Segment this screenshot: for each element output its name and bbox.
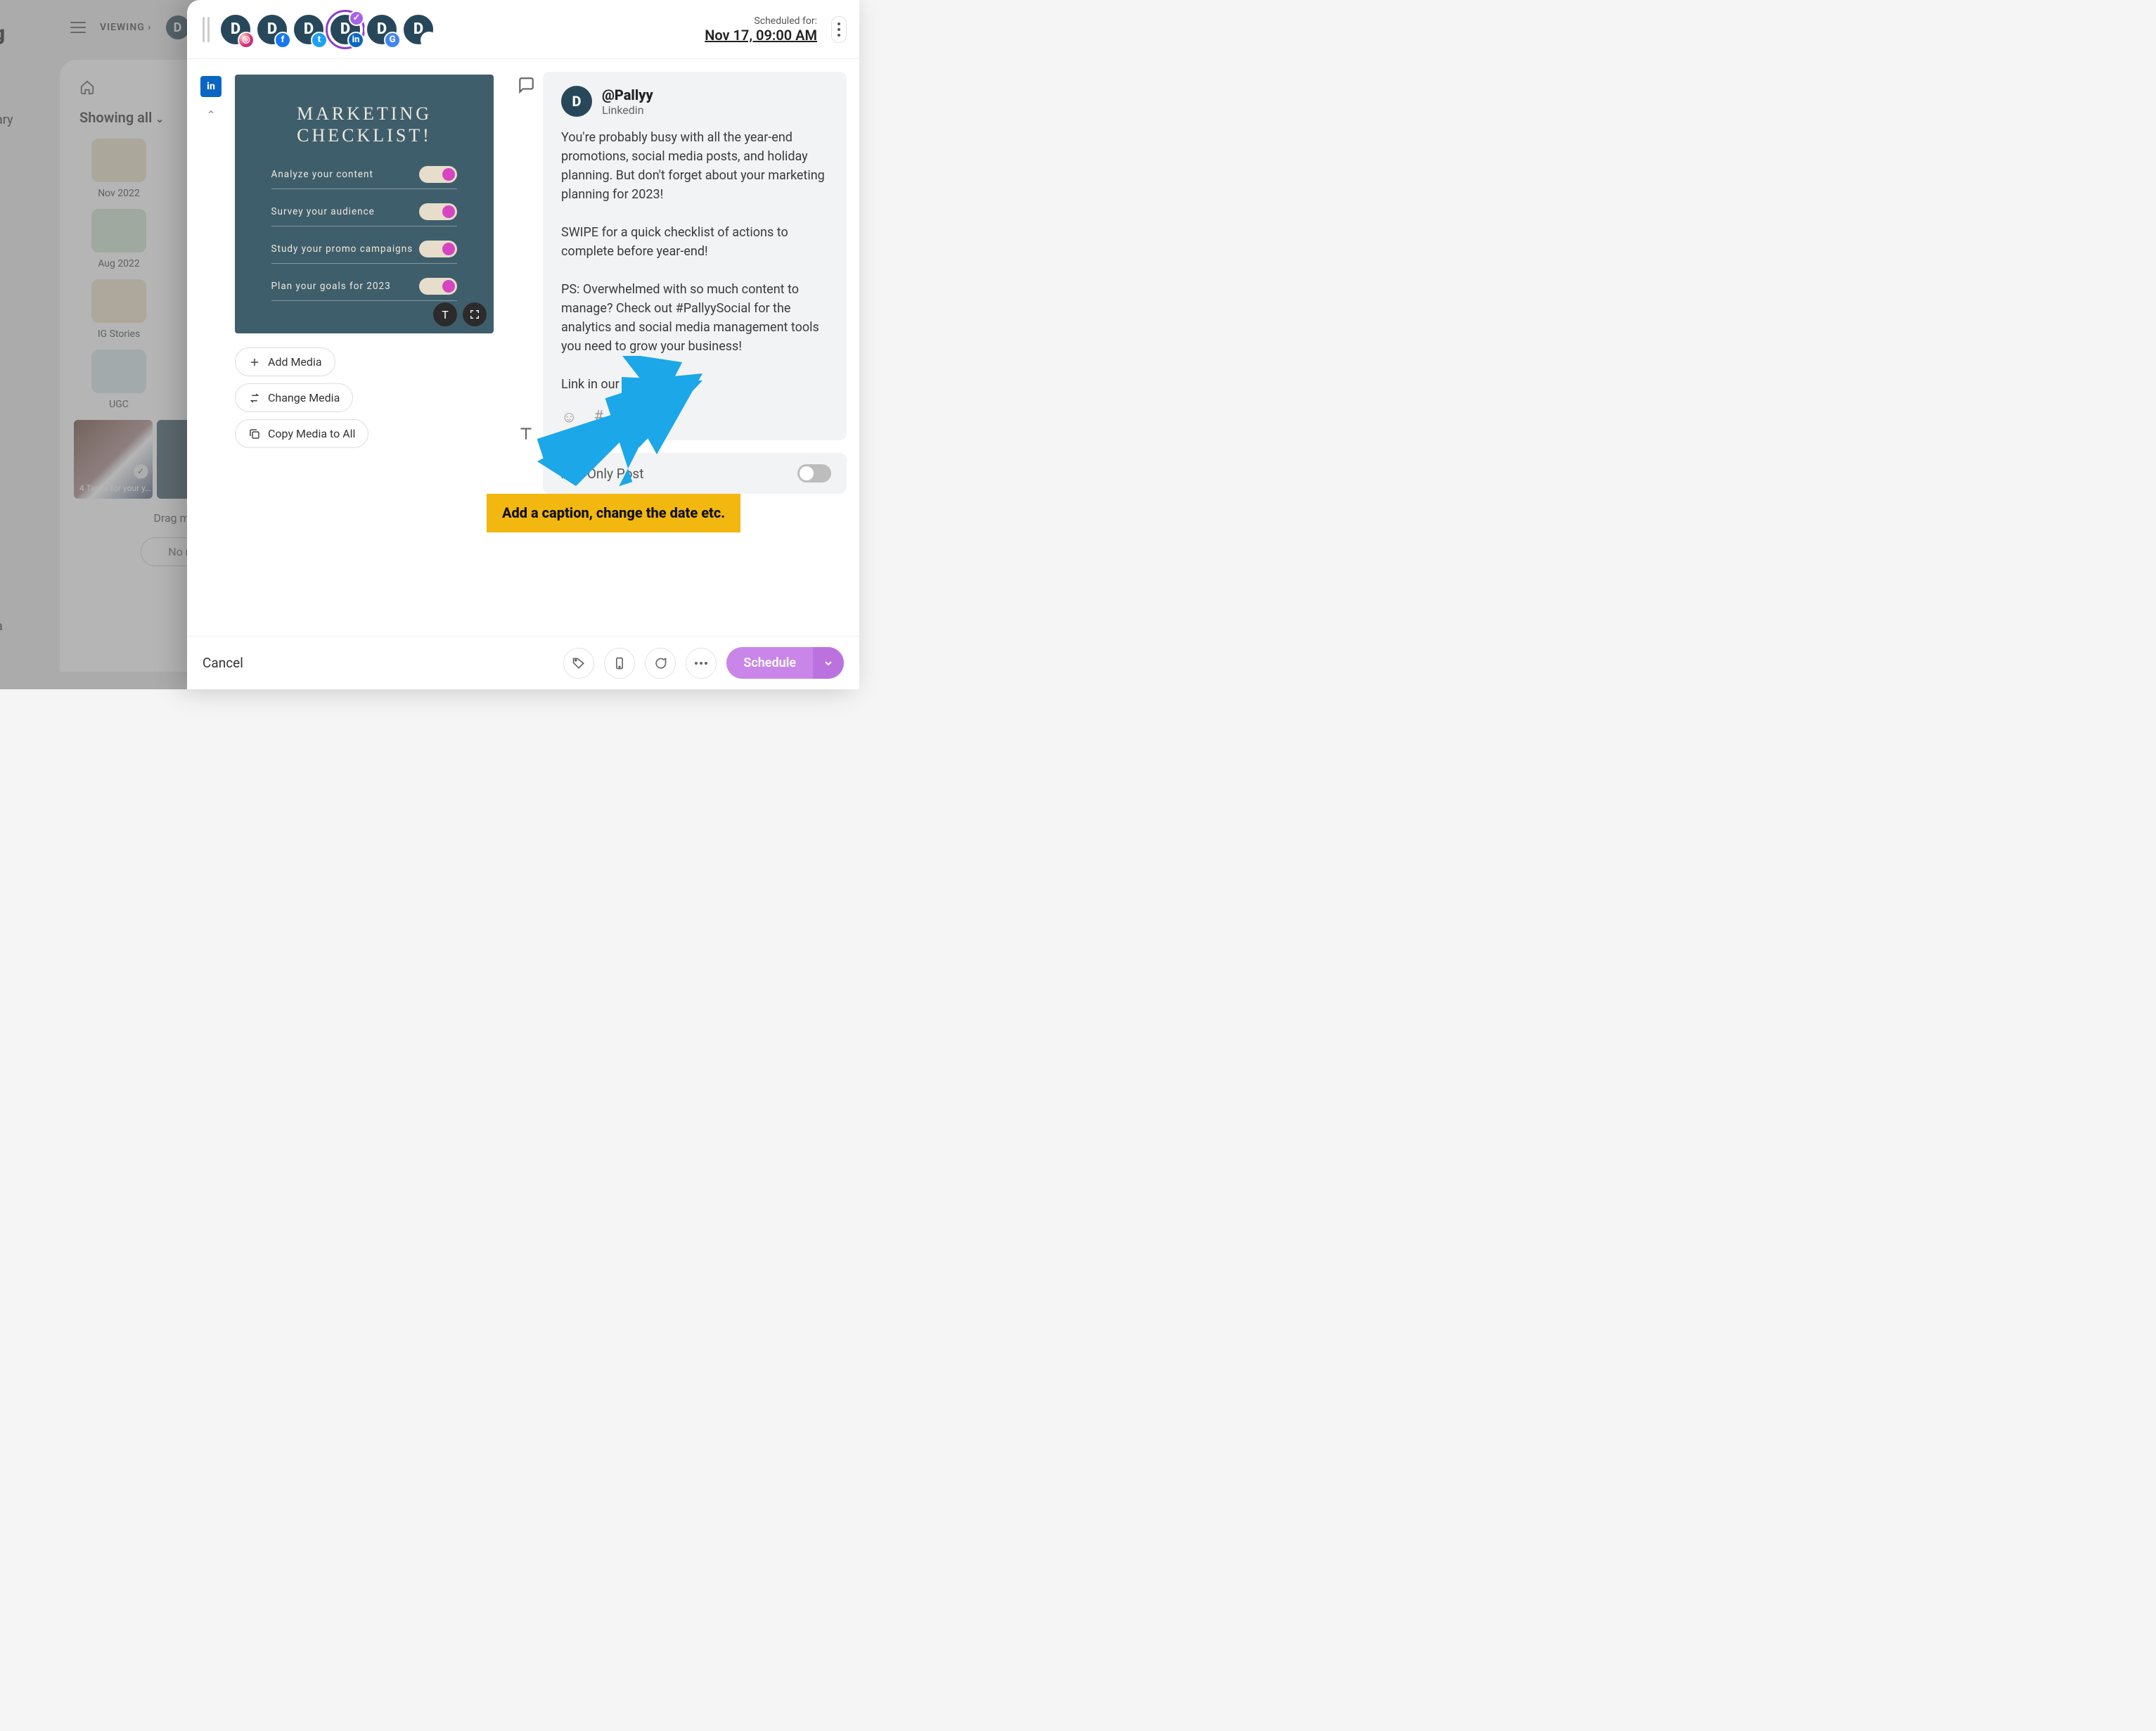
checklist-text: Analyze your content (271, 169, 373, 180)
viewing-label: VIEWING › (100, 22, 152, 33)
folder-icon (91, 209, 146, 253)
twitter-icon: t (311, 32, 328, 49)
folder-label: Nov 2022 (77, 188, 161, 199)
text-only-toggle[interactable] (797, 464, 831, 483)
annotation-arrow (537, 356, 706, 497)
compose-modal: D◎DfDtD✓inDGD♪ Scheduled for: Nov 17, 09… (187, 0, 859, 689)
bg-page-title-fragment: g (0, 21, 5, 46)
checklist-row: Survey your audience (271, 203, 458, 226)
checklist-text: Plan your goals for 2023 (271, 281, 391, 292)
checklist-row: Analyze your content (271, 166, 458, 189)
bg-clipped-text-2: a (0, 619, 3, 634)
linkedin-indicator-icon[interactable]: in (200, 76, 222, 97)
account-tiktok[interactable]: D♪ (401, 12, 436, 47)
scheduled-datetime[interactable]: Nov 17, 09:00 AM (705, 27, 817, 44)
media-title-line1: MARKETING (297, 103, 432, 124)
schedule-button[interactable]: Schedule (726, 647, 844, 679)
chevron-up-icon[interactable]: ⌃ (206, 108, 215, 122)
hamburger-icon (70, 22, 86, 33)
scheduled-label: Scheduled for: (705, 15, 817, 27)
checklist-toggle (419, 166, 457, 183)
account-twitter[interactable]: Dt (291, 12, 326, 47)
folder-icon (91, 139, 146, 182)
avatar: D (561, 86, 592, 117)
account-handle: @Pallyy (602, 87, 653, 103)
checklist-text: Study your promo campaigns (271, 243, 413, 255)
more-button[interactable] (686, 648, 717, 679)
account-instagram[interactable]: D◎ (218, 12, 253, 47)
comment-icon[interactable] (517, 76, 535, 94)
scheduled-block[interactable]: Scheduled for: Nov 17, 09:00 AM (705, 15, 817, 44)
folder-label: UGC (77, 399, 161, 410)
more-menu-button[interactable] (831, 16, 847, 43)
media-title-line2: CHECKLIST! (297, 124, 432, 146)
network-label: Linkedin (602, 103, 653, 117)
account-google[interactable]: DG (364, 12, 399, 47)
add-media-button[interactable]: Add Media (235, 347, 335, 376)
brand-avatar: D (166, 15, 190, 39)
account-facebook[interactable]: Df (255, 12, 290, 47)
library-folder: UGC (77, 350, 161, 410)
fullscreen-button[interactable] (463, 302, 487, 326)
folder-label: IG Stories (77, 328, 161, 340)
library-folder: IG Stories (77, 279, 161, 340)
library-folder: Aug 2022 (77, 209, 161, 269)
cancel-button[interactable]: Cancel (203, 655, 243, 671)
check-icon: ✓ (349, 11, 364, 26)
text-icon[interactable] (517, 425, 535, 443)
facebook-icon: f (274, 32, 291, 49)
checklist-row: Study your promo campaigns (271, 241, 458, 264)
home-icon (79, 79, 95, 95)
alt-text-button[interactable]: T (433, 302, 457, 326)
instagram-icon: ◎ (238, 32, 255, 49)
modal-footer: Cancel Schedule (187, 636, 859, 689)
folder-icon (91, 279, 146, 323)
tag-button[interactable] (563, 648, 594, 679)
library-folder: Nov 2022 (77, 139, 161, 199)
chat-button[interactable] (645, 648, 676, 679)
checklist-text: Survey your audience (271, 206, 375, 217)
tiktok-icon: ♪ (421, 32, 437, 49)
folder-label: Aug 2022 (77, 258, 161, 269)
account-linkedin[interactable]: D✓in (328, 12, 363, 47)
mobile-preview-button[interactable] (604, 648, 635, 679)
google-icon: G (384, 32, 401, 49)
media-preview[interactable]: MARKETING CHECKLIST! Analyze your conten… (235, 75, 494, 333)
copy-media-button[interactable]: Copy Media to All (235, 419, 368, 448)
caption-text[interactable]: You're probably busy with all the year-e… (561, 128, 828, 394)
check-icon: ✓ (133, 464, 148, 479)
drag-handle-icon[interactable] (200, 17, 212, 42)
change-media-button[interactable]: Change Media (235, 383, 353, 412)
annotation-callout: Add a caption, change the date etc. (487, 494, 740, 532)
bg-clipped-text-1: ary (0, 113, 13, 127)
linkedin-icon: in (347, 32, 364, 49)
checklist-row: Plan your goals for 2023 (271, 278, 458, 301)
media-thumbnail: ✓ 4 Tasks for your y… (74, 420, 153, 499)
modal-topbar: D◎DfDtD✓inDGD♪ Scheduled for: Nov 17, 09… (187, 0, 859, 59)
checklist-toggle (419, 241, 457, 257)
folder-icon (91, 350, 146, 393)
schedule-dropdown[interactable] (813, 647, 844, 679)
checklist-toggle (419, 278, 457, 295)
checklist-toggle (419, 203, 457, 220)
thumb-caption: 4 Tasks for your y… (79, 483, 150, 493)
